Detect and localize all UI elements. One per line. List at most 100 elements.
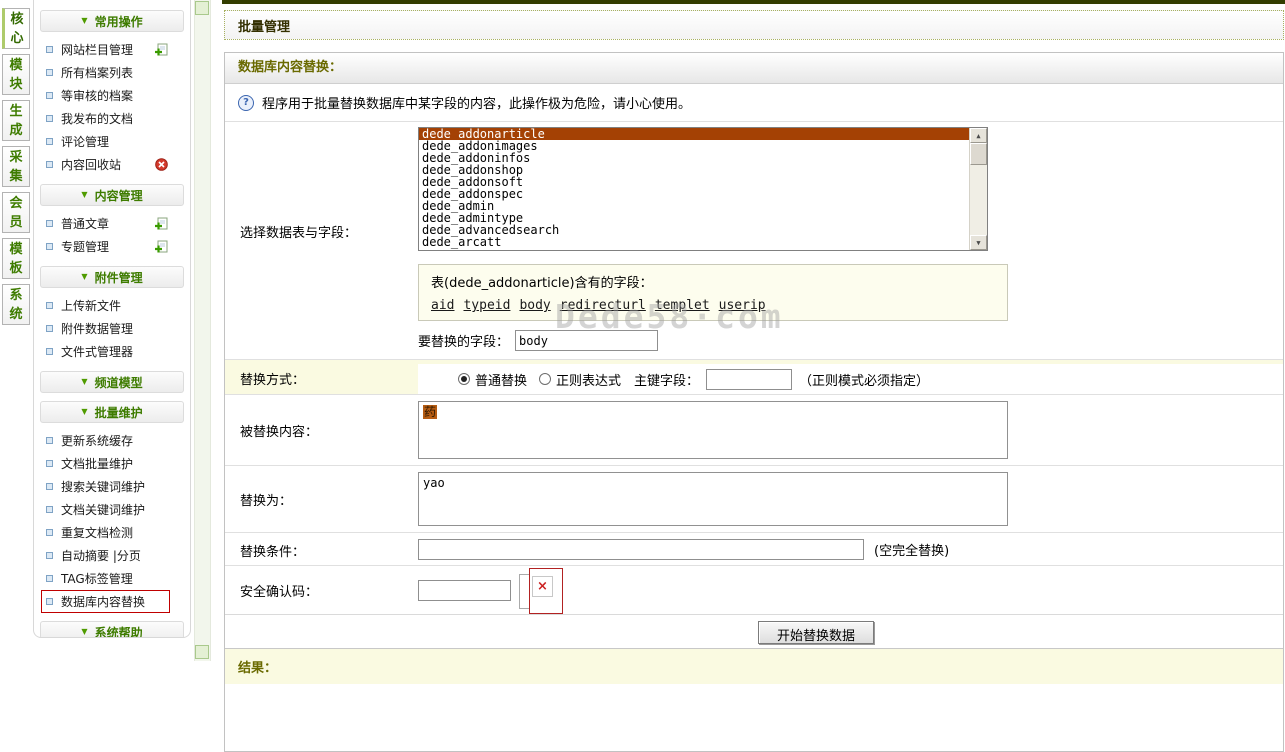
condition-input[interactable] (418, 539, 864, 560)
scroll-thumb[interactable] (970, 143, 987, 165)
field-link-body[interactable]: body (519, 298, 550, 313)
search-content-textarea[interactable]: 药 (418, 401, 1008, 459)
radio-icon[interactable] (539, 373, 551, 385)
sidebar-item[interactable]: 普通文章 (34, 212, 190, 235)
bullet-icon (46, 69, 53, 76)
sidebar-item-label: 文档关键词维护 (61, 501, 145, 518)
help-icon: ? (238, 95, 254, 111)
replace-with-textarea[interactable]: yao (418, 472, 1008, 526)
module-tab-7[interactable]: 系统 (2, 284, 30, 325)
module-tab-1[interactable]: 核心 (2, 8, 30, 49)
sidebar-item[interactable]: 等审核的档案 (34, 84, 190, 107)
sidebar-item[interactable]: 数据库内容替换 (34, 590, 190, 613)
sidebar-item[interactable]: 文档批量维护 (34, 452, 190, 475)
condition-note: (空完全替换) (874, 540, 949, 559)
module-tab-2[interactable]: 模块 (2, 54, 30, 95)
main-content: 批量管理 数据库内容替换： ? 程序用于批量替换数据库中某字段的内容，此操作极为… (222, 0, 1285, 661)
module-tab-3[interactable]: 生成 (2, 100, 30, 141)
field-link-userip[interactable]: userip (719, 298, 766, 313)
bullet-icon (46, 598, 53, 605)
bullet-icon (46, 348, 53, 355)
field-link-aid[interactable]: aid (431, 298, 454, 313)
collapse-handle-bottom-button[interactable] (195, 645, 209, 659)
sidebar-menu: ▼常用操作网站栏目管理所有档案列表等审核的档案我发布的文档评论管理内容回收站▼内… (33, 0, 191, 638)
sidebar-item[interactable]: 搜索关键词维护 (34, 475, 190, 498)
sidebar-item-label: 所有档案列表 (61, 64, 133, 81)
add-document-icon (154, 217, 168, 231)
sidebar-item-label: 搜索关键词维护 (61, 478, 145, 495)
chevron-down-icon: ▼ (81, 273, 87, 281)
field-link-redirecturl[interactable]: redirecturl (560, 298, 646, 313)
sidebar-item[interactable]: 更新系统缓存 (34, 429, 190, 452)
chevron-down-icon: ▼ (81, 378, 87, 386)
sidebar-item-label: 评论管理 (61, 133, 109, 150)
sidebar-item-label: 内容回收站 (61, 156, 121, 173)
start-replace-button[interactable]: 开始替换数据 (758, 621, 874, 644)
scroll-down-button[interactable]: ▼ (970, 235, 987, 250)
section-label: 附件管理 (95, 269, 143, 286)
sidebar-item[interactable]: TAG标签管理 (34, 567, 190, 590)
collapse-handle-top-button[interactable] (195, 1, 209, 15)
radio-icon[interactable] (458, 373, 470, 385)
field-input[interactable] (515, 330, 658, 351)
sidebar-item-label: 更新系统缓存 (61, 432, 133, 449)
table-field-label: 选择数据表与字段： (225, 122, 418, 359)
section-label: 系统帮助 (95, 624, 143, 639)
sidebar-item[interactable]: 所有档案列表 (34, 61, 190, 84)
recycle-bin-icon (155, 158, 168, 171)
module-tab-5[interactable]: 会员 (2, 192, 30, 233)
warning-tip-row: ? 程序用于批量替换数据库中某字段的内容，此操作极为危险，请小心使用。 (225, 84, 1283, 121)
sidebar-item[interactable]: 专题管理 (34, 235, 190, 258)
sidebar-item[interactable]: 自动摘要 |分页 (34, 544, 190, 567)
table-option[interactable]: dede_addonspec (419, 188, 987, 200)
sidebar-section-1[interactable]: ▼内容管理 (40, 184, 184, 206)
radio-label: 正则表达式 (556, 370, 621, 389)
mode-radio-option-0[interactable]: 普通替换 (458, 370, 527, 389)
active-item-red-outline: 数据库内容替换 (41, 590, 170, 613)
section-label: 内容管理 (95, 187, 143, 204)
bullet-icon (46, 46, 53, 53)
sidebar-item[interactable]: 上传新文件 (34, 294, 190, 317)
table-fields-box: 表(dede_addonarticle)含有的字段： aidtypeidbody… (418, 264, 1008, 321)
radio-label: 普通替换 (475, 370, 527, 389)
tip-text: 程序用于批量替换数据库中某字段的内容，此操作极为危险，请小心使用。 (262, 93, 691, 112)
table-option[interactable]: dede_advancedsearch (419, 224, 987, 236)
sidebar-section-5[interactable]: ▼ 系统帮助 (40, 621, 184, 638)
sidebar-section-4[interactable]: ▼批量维护 (40, 401, 184, 423)
sidebar-item[interactable]: 重复文档检测 (34, 521, 190, 544)
sidebar-item-label: 附件数据管理 (61, 320, 133, 337)
primary-key-input[interactable] (706, 369, 792, 390)
result-title: 结果： (225, 648, 1283, 684)
sidebar-item[interactable]: 内容回收站 (34, 153, 190, 176)
field-link-typeid[interactable]: typeid (463, 298, 510, 313)
sidebar-item-label: 普通文章 (61, 215, 109, 232)
field-link-templet[interactable]: templet (655, 298, 710, 313)
sidebar-item[interactable]: 我发布的文档 (34, 107, 190, 130)
bullet-icon (46, 243, 53, 250)
chevron-down-icon: ▼ (81, 17, 87, 25)
table-option[interactable]: dede_arcatt (419, 236, 987, 248)
sidebar-item[interactable]: 文件式管理器 (34, 340, 190, 363)
table-listbox[interactable]: dede_addonarticledede_addonimagesdede_ad… (418, 127, 988, 251)
sidebar-item[interactable]: 附件数据管理 (34, 317, 190, 340)
module-tab-4[interactable]: 采集 (2, 146, 30, 187)
section-label: 频道模型 (95, 374, 143, 391)
captcha-input[interactable] (418, 580, 511, 601)
sidebar-section-3[interactable]: ▼ 频道模型 (40, 371, 184, 393)
sidebar-item-label: 文件式管理器 (61, 343, 133, 360)
listbox-scrollbar: ▲ ▼ (969, 128, 987, 250)
module-tab-6[interactable]: 模板 (2, 238, 30, 279)
scroll-up-button[interactable]: ▲ (970, 128, 987, 143)
bullet-icon (46, 437, 53, 444)
scroll-track (970, 165, 987, 235)
chevron-down-icon: ▼ (81, 628, 87, 636)
sidebar-item[interactable]: 网站栏目管理 (34, 38, 190, 61)
sidebar-section-2[interactable]: ▼ 附件管理 (40, 266, 184, 288)
condition-label: 替换条件： (225, 533, 418, 565)
field-input-label: 要替换的字段： (418, 331, 509, 350)
mode-radio-option-1[interactable]: 正则表达式 (539, 370, 621, 389)
sidebar-item-label: 上传新文件 (61, 297, 121, 314)
sidebar-section-0[interactable]: ▼常用操作 (40, 10, 184, 32)
sidebar-item[interactable]: 文档关键词维护 (34, 498, 190, 521)
sidebar-item[interactable]: 评论管理 (34, 130, 190, 153)
